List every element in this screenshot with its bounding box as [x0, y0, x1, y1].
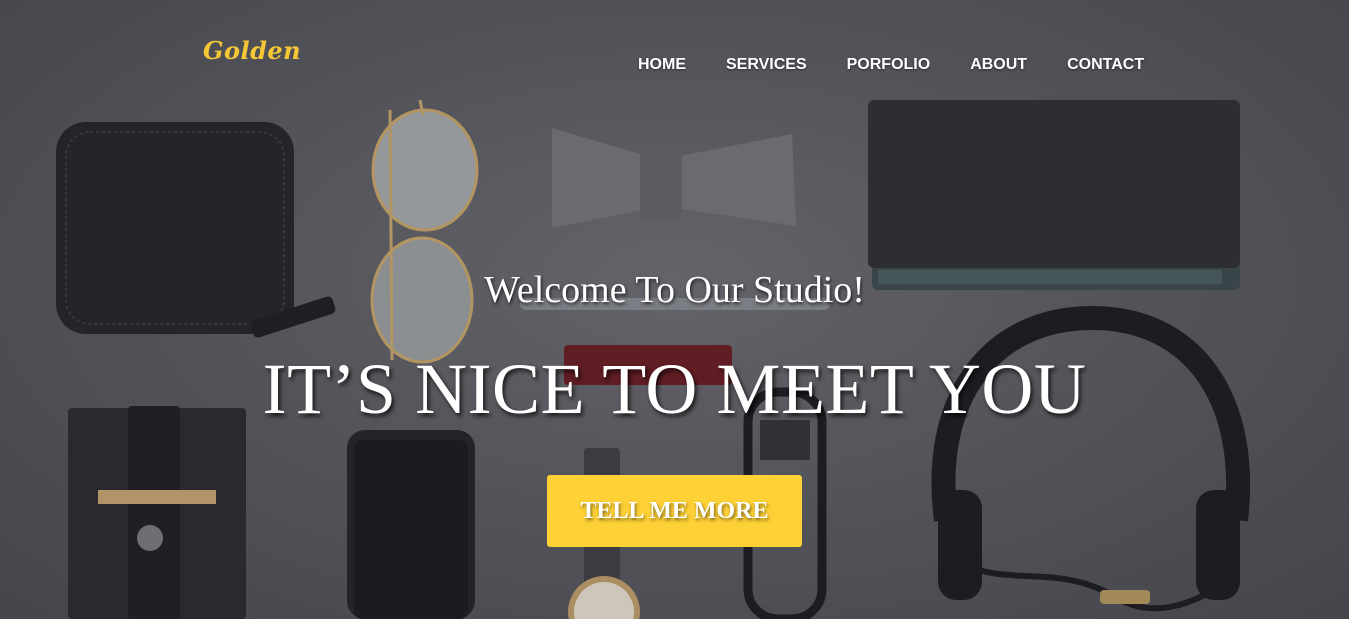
hero-section: Golden HOME SERVICES PORFOLIO ABOUT CONT… [0, 0, 1349, 619]
nav-item-about[interactable]: ABOUT [970, 56, 1027, 74]
tell-me-more-button[interactable]: TELL ME MORE [547, 475, 802, 547]
hero-subheading: Welcome To Our Studio! [484, 269, 865, 311]
nav-item-home[interactable]: HOME [638, 56, 686, 74]
main-navigation: HOME SERVICES PORFOLIO ABOUT CONTACT [638, 56, 1144, 74]
hero-heading: IT’S NICE TO MEET YOU [262, 349, 1087, 429]
nav-item-contact[interactable]: CONTACT [1067, 56, 1144, 74]
nav-item-services[interactable]: SERVICES [726, 56, 807, 74]
brand-logo[interactable]: Golden [203, 36, 301, 65]
nav-item-portfolio[interactable]: PORFOLIO [847, 56, 931, 74]
